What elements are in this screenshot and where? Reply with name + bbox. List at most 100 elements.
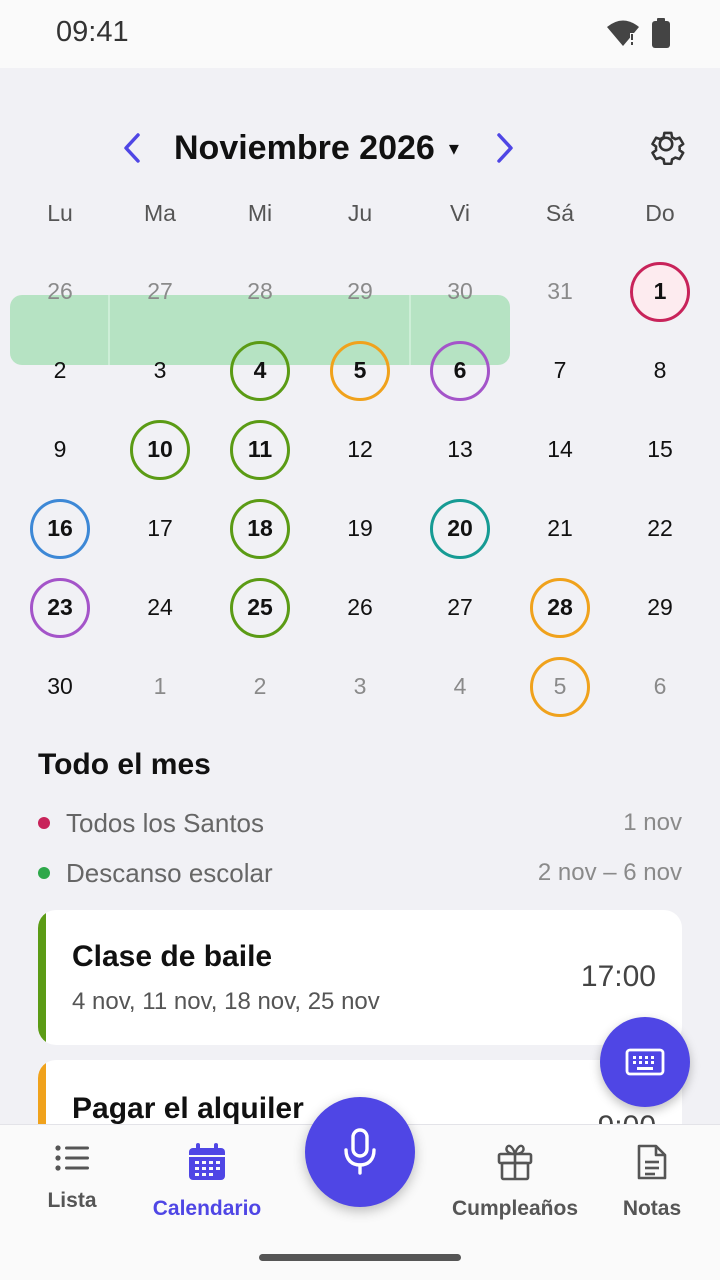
calendar-day[interactable]: 2: [210, 647, 310, 726]
calendar-day-number: 14: [547, 436, 573, 462]
event-color-bar: [38, 910, 46, 1045]
calendar-day[interactable]: 27: [110, 252, 210, 331]
nav-tab-notas[interactable]: Notas: [582, 1143, 720, 1221]
calendar-day[interactable]: 29: [310, 252, 410, 331]
battery-icon: [652, 18, 670, 53]
month-event-name: Todos los Santos: [66, 807, 265, 838]
calendar-day-number: 16: [47, 515, 73, 541]
calendar-day[interactable]: 18: [210, 489, 310, 568]
calendar-day-number: 5: [553, 673, 567, 699]
calendar-day[interactable]: 26: [310, 568, 410, 647]
calendar-day-number: 6: [653, 673, 667, 699]
keyboard-input-button[interactable]: [600, 1017, 690, 1107]
event-color-dot: [38, 817, 50, 829]
calendar-day[interactable]: 8: [610, 331, 710, 410]
calendar-day-number: 17: [147, 515, 173, 541]
nav-tab-lista[interactable]: Lista: [2, 1143, 142, 1213]
month-selector[interactable]: Noviembre 2026 ▾: [174, 126, 459, 170]
calendar-day[interactable]: 7: [510, 331, 610, 410]
month-title: Noviembre 2026: [174, 128, 435, 167]
calendar-day-number: 4: [253, 357, 267, 383]
calendar-day[interactable]: 26: [10, 252, 110, 331]
nav-label: Notas: [622, 1197, 682, 1220]
calendar-day[interactable]: 9: [10, 410, 110, 489]
calendar-day[interactable]: 14: [510, 410, 610, 489]
calendar-day-number: 28: [547, 594, 573, 620]
home-indicator[interactable]: [259, 1254, 461, 1261]
calendar-day-number: 10: [147, 436, 173, 462]
voice-input-button[interactable]: [305, 1097, 415, 1207]
calendar-icon: [189, 1143, 225, 1180]
calendar-day-number: 30: [447, 278, 473, 304]
status-bar: 09:41: [0, 0, 720, 68]
chevron-right-icon: [497, 133, 513, 163]
calendar-day[interactable]: 16: [10, 489, 110, 568]
month-header: Noviembre 2026 ▾: [0, 118, 720, 178]
next-month-button[interactable]: [485, 126, 525, 170]
month-event-item[interactable]: Descanso escolar 2 nov – 6 nov: [38, 855, 682, 891]
weekday-label: Sá: [545, 200, 575, 226]
calendar-day[interactable]: 24: [110, 568, 210, 647]
calendar-day[interactable]: 10: [110, 410, 210, 489]
calendar-day[interactable]: 17: [110, 489, 210, 568]
nav-label: Cumpleaños: [451, 1197, 579, 1220]
calendar-day[interactable]: 23: [10, 568, 110, 647]
weekday-label: Vi: [449, 200, 471, 226]
calendar-day[interactable]: 28: [210, 252, 310, 331]
calendar-day[interactable]: 5: [510, 647, 610, 726]
keyboard-icon: [625, 1048, 665, 1076]
previous-month-button[interactable]: [112, 126, 152, 170]
nav-tab-cumpleanos[interactable]: Cumpleaños: [445, 1143, 585, 1221]
calendar-day[interactable]: 1: [610, 252, 710, 331]
calendar-day[interactable]: 5: [310, 331, 410, 410]
nav-tab-calendario[interactable]: Calendario: [137, 1143, 277, 1221]
calendar-day-number: 20: [447, 515, 473, 541]
wifi-alert-icon: [606, 18, 640, 53]
month-event-item[interactable]: Todos los Santos 1 nov: [38, 805, 682, 841]
event-card[interactable]: Clase de baile 4 nov, 11 nov, 18 nov, 25…: [38, 910, 682, 1045]
calendar-day[interactable]: 30: [10, 647, 110, 726]
calendar-day[interactable]: 2: [10, 331, 110, 410]
calendar-week-row: 2 3 4 5 6 7 8: [10, 331, 710, 410]
calendar-week-row: 23 24 25 26 27 28 29: [10, 568, 710, 647]
calendar-day[interactable]: 1: [110, 647, 210, 726]
calendar-day[interactable]: 4: [210, 331, 310, 410]
weekday-label: Mi: [247, 200, 273, 226]
gift-icon: [497, 1144, 533, 1181]
calendar-day[interactable]: 13: [410, 410, 510, 489]
status-time: 09:41: [56, 16, 129, 48]
calendar-day[interactable]: 30: [410, 252, 510, 331]
calendar-day[interactable]: 29: [610, 568, 710, 647]
calendar-day-number: 31: [547, 278, 573, 304]
gear-icon: [651, 131, 685, 166]
calendar-grid: 26 27 28 29 30 31 1 2 3 4 5 6 7 8 9 10 11 12 13 14 15 16 17 18 1…: [10, 252, 710, 726]
calendar-day[interactable]: 11: [210, 410, 310, 489]
month-event-date: 1 nov: [623, 809, 682, 836]
calendar-day[interactable]: 21: [510, 489, 610, 568]
calendar-day[interactable]: 22: [610, 489, 710, 568]
calendar-day[interactable]: 20: [410, 489, 510, 568]
calendar-day[interactable]: 12: [310, 410, 410, 489]
settings-button[interactable]: [642, 124, 690, 172]
event-title: Pagar el alquiler: [72, 1092, 304, 1124]
calendar-day[interactable]: 3: [110, 331, 210, 410]
calendar-day-number: 28: [247, 278, 273, 304]
calendar-day[interactable]: 25: [210, 568, 310, 647]
calendar-day[interactable]: 19: [310, 489, 410, 568]
weekday-label: Do: [645, 200, 675, 226]
weekday-label: Lu: [47, 200, 73, 226]
calendar-day-number: 15: [647, 436, 673, 462]
event-dates: 4 nov, 11 nov, 18 nov, 25 nov: [72, 988, 380, 1015]
calendar-day-number: 5: [353, 357, 367, 383]
calendar-day[interactable]: 6: [410, 331, 510, 410]
calendar-day[interactable]: 28: [510, 568, 610, 647]
calendar-day-number: 29: [647, 594, 673, 620]
status-icons: [606, 18, 670, 53]
calendar-day[interactable]: 31: [510, 252, 610, 331]
calendar-day[interactable]: 6: [610, 647, 710, 726]
calendar-day[interactable]: 4: [410, 647, 510, 726]
calendar-day[interactable]: 27: [410, 568, 510, 647]
calendar-day[interactable]: 3: [310, 647, 410, 726]
calendar-day[interactable]: 15: [610, 410, 710, 489]
calendar-day-number: 4: [453, 673, 467, 699]
